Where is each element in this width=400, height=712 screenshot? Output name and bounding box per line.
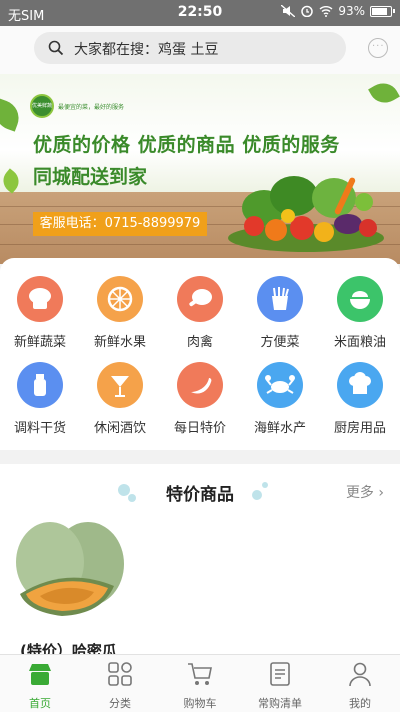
user-icon bbox=[349, 662, 371, 687]
battery-icon bbox=[370, 5, 395, 17]
status-bar: 无SIM 22:50 93% bbox=[0, 0, 400, 26]
tab-label: 购物车 bbox=[183, 697, 217, 710]
section-title: 特价商品 bbox=[166, 485, 234, 505]
fruit-icon bbox=[97, 276, 143, 322]
bottom-tab-bar: 首页 分类 购物车 常购清单 我的 bbox=[0, 654, 400, 712]
category-label: 每日特价 bbox=[173, 421, 226, 436]
alarm-icon bbox=[301, 5, 314, 17]
chef-hat-icon bbox=[337, 362, 383, 408]
cart-icon bbox=[188, 663, 212, 685]
banner-slogan: 优质的价格 优质的商品 优质的服务 bbox=[33, 134, 340, 156]
wifi-icon bbox=[319, 6, 333, 17]
vegetable-basket-image bbox=[228, 176, 384, 252]
tab-category[interactable]: 分类 bbox=[80, 655, 160, 712]
tab-label: 我的 bbox=[349, 697, 371, 710]
promo-banner[interactable]: 优美鲜蔬 最便宜的菜，最好的服务 优质的价格 优质的商品 优质的服务 同城配送到… bbox=[0, 74, 400, 264]
leaf-decoration bbox=[368, 77, 400, 109]
search-input[interactable]: 大家都在搜：鸡蛋 土豆 bbox=[34, 32, 346, 64]
search-placeholder: 大家都在搜：鸡蛋 土豆 bbox=[74, 42, 219, 58]
chili-icon bbox=[177, 362, 223, 408]
category-grid: 新鲜蔬菜 新鲜水果 肉禽 方便菜 米面粮油 调料干货 休闲酒饮 每日特价 海鲜水… bbox=[0, 258, 400, 450]
message-icon[interactable]: ··· bbox=[368, 38, 388, 58]
tab-mine[interactable]: 我的 bbox=[320, 655, 400, 712]
home-icon bbox=[29, 664, 51, 685]
meat-icon bbox=[177, 276, 223, 322]
brand-logo: 优美鲜蔬 最便宜的菜，最好的服务 bbox=[30, 94, 124, 118]
tab-home[interactable]: 首页 bbox=[0, 655, 80, 712]
seasoning-icon bbox=[17, 362, 63, 408]
grid-icon bbox=[108, 662, 132, 686]
product-name[interactable]: (特价）哈密瓜 bbox=[20, 640, 117, 654]
category-label: 新鲜蔬菜 bbox=[13, 335, 66, 350]
list-icon bbox=[270, 662, 290, 686]
more-label: 更多 bbox=[345, 485, 374, 501]
category-label: 调料干货 bbox=[13, 421, 66, 436]
category-label: 新鲜水果 bbox=[93, 335, 146, 350]
category-item[interactable]: 肉禽 bbox=[160, 276, 240, 350]
category-label: 厨房用品 bbox=[333, 421, 386, 436]
tab-label: 分类 bbox=[109, 697, 131, 710]
category-item[interactable]: 方便菜 bbox=[240, 276, 320, 350]
tab-label: 首页 bbox=[29, 697, 51, 710]
category-item[interactable]: 米面粮油 bbox=[320, 276, 400, 350]
customer-service-phone: 客服电话：0715-8899979 bbox=[33, 212, 207, 236]
banner-subslogan: 同城配送到家 bbox=[33, 166, 148, 188]
tab-cart[interactable]: 购物车 bbox=[160, 655, 240, 712]
chevron-right-icon: › bbox=[378, 485, 384, 501]
brand-tagline: 最便宜的菜，最好的服务 bbox=[58, 103, 125, 111]
leaf-decoration bbox=[0, 168, 24, 194]
crab-icon bbox=[257, 362, 303, 408]
rice-icon bbox=[337, 276, 383, 322]
tab-label: 常购清单 bbox=[258, 697, 302, 710]
battery-percent: 93% bbox=[338, 4, 365, 18]
drink-icon bbox=[97, 362, 143, 408]
category-item[interactable]: 休闲酒饮 bbox=[80, 362, 160, 436]
more-link[interactable]: 更多 › bbox=[346, 482, 384, 502]
top-header: 大家都在搜：鸡蛋 土豆 ··· bbox=[0, 26, 400, 74]
mute-icon bbox=[281, 5, 296, 17]
leaf-decoration bbox=[0, 98, 24, 132]
category-item[interactable]: 新鲜水果 bbox=[80, 276, 160, 350]
product-image[interactable] bbox=[10, 516, 128, 626]
category-item[interactable]: 厨房用品 bbox=[320, 362, 400, 436]
category-item[interactable]: 海鲜水产 bbox=[240, 362, 320, 436]
tab-frequent-list[interactable]: 常购清单 bbox=[240, 655, 320, 712]
category-item[interactable]: 新鲜蔬菜 bbox=[0, 276, 80, 350]
category-label: 肉禽 bbox=[186, 335, 213, 350]
category-label: 海鲜水产 bbox=[253, 421, 306, 436]
search-icon bbox=[48, 40, 64, 56]
status-icons: 93% bbox=[281, 4, 395, 18]
vegetable-icon bbox=[17, 276, 63, 322]
fast-food-icon bbox=[257, 276, 303, 322]
category-label: 休闲酒饮 bbox=[93, 421, 146, 436]
category-item[interactable]: 调料干货 bbox=[0, 362, 80, 436]
special-offers-section: 特价商品 更多 › (特价）哈密瓜 bbox=[0, 464, 400, 654]
category-label: 方便菜 bbox=[260, 335, 300, 350]
category-item[interactable]: 每日特价 bbox=[160, 362, 240, 436]
category-label: 米面粮油 bbox=[333, 335, 386, 350]
